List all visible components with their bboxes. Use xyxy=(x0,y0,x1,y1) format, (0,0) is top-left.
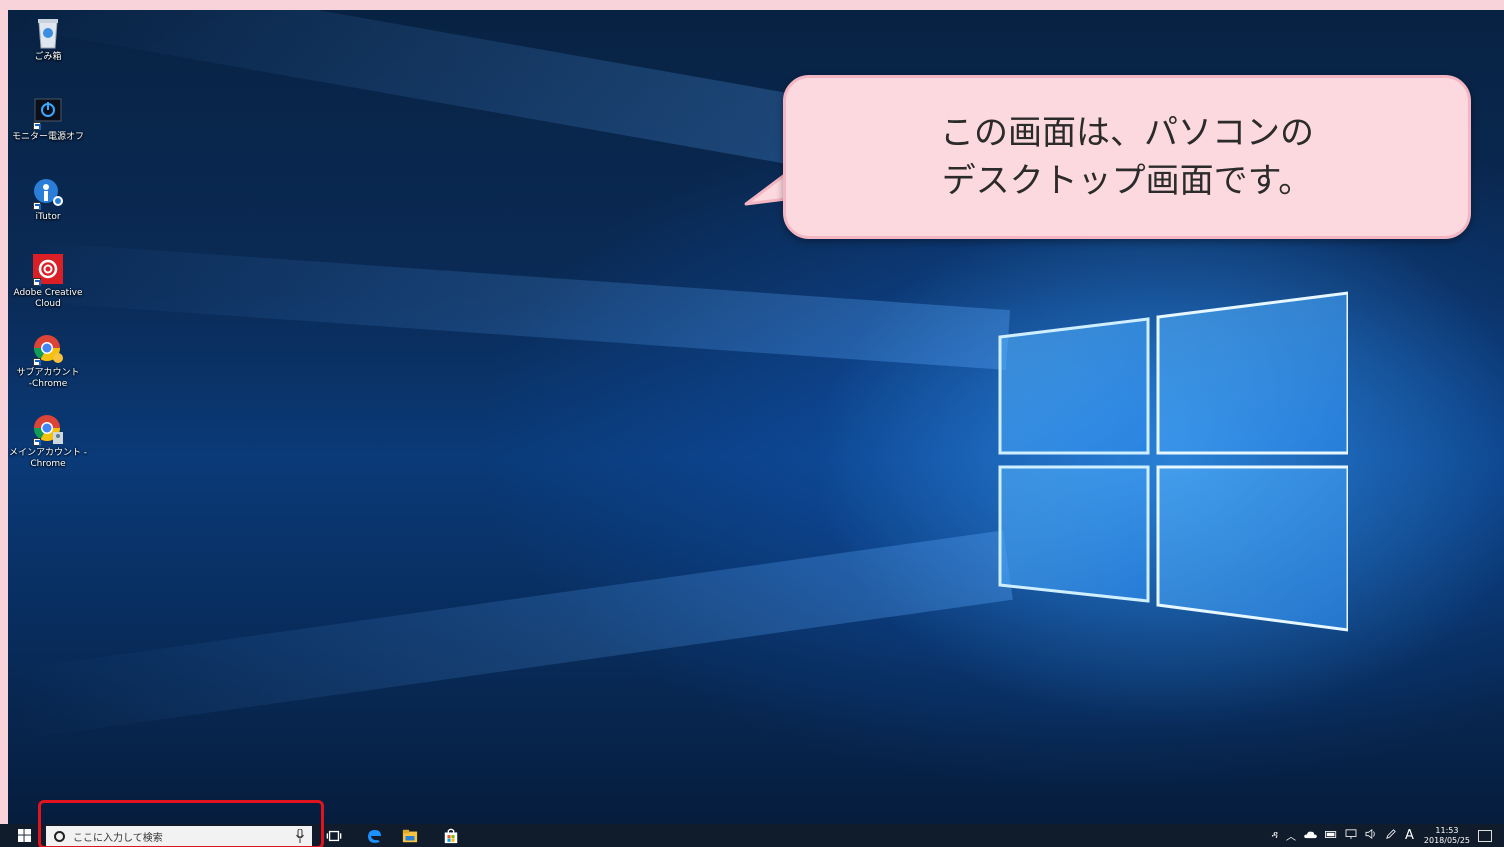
windows-start-icon xyxy=(17,829,31,842)
ime-mode-indicator[interactable]: A xyxy=(1405,828,1414,843)
system-tray: ዳ ︿ A 11:53 2018/05/25 xyxy=(1268,824,1504,847)
chrome-icon xyxy=(31,412,65,446)
balloon-text: この画面は、パソコンの デスクトップ画面です。 xyxy=(940,113,1314,201)
volume-icon[interactable] xyxy=(1365,829,1377,842)
edge-button[interactable] xyxy=(365,827,383,845)
desktop-icon-sub-chrome[interactable]: サブアカウント -Chrome xyxy=(8,332,88,390)
desktop-icon-label: ごみ箱 xyxy=(34,52,62,62)
file-explorer-icon xyxy=(402,829,418,843)
light-beam xyxy=(8,240,1011,370)
recycle-bin-icon xyxy=(31,16,65,50)
store-icon xyxy=(444,828,458,844)
clock[interactable]: 11:53 2018/05/25 xyxy=(1424,826,1470,846)
desktop-icon-main-chrome[interactable]: メインアカウント - Chrome xyxy=(8,412,88,470)
edge-icon xyxy=(368,830,381,843)
shortcut-arrow-icon xyxy=(33,278,41,286)
store-button[interactable] xyxy=(442,827,460,845)
adobe-creative-cloud-icon xyxy=(31,252,65,286)
clock-time: 11:53 xyxy=(1435,825,1459,835)
power-icon xyxy=(31,96,65,130)
shortcut-arrow-icon xyxy=(33,438,41,446)
onedrive-icon[interactable] xyxy=(1304,830,1317,842)
network-icon[interactable] xyxy=(1345,829,1357,842)
windows-logo xyxy=(998,285,1350,635)
task-view-button[interactable] xyxy=(325,827,343,845)
start-button[interactable] xyxy=(8,824,40,847)
desktop-icon-label: メインアカウント - Chrome xyxy=(8,448,88,469)
task-view-icon xyxy=(326,830,342,842)
desktop-icon-label: サブアカウント -Chrome xyxy=(16,368,80,389)
battery-icon[interactable] xyxy=(1324,830,1337,842)
desktop-icon-label: Adobe Creative Cloud xyxy=(13,288,83,309)
desktop-icon-label: iTutor xyxy=(35,212,61,222)
shortcut-arrow-icon xyxy=(33,122,41,130)
file-explorer-button[interactable] xyxy=(401,827,419,845)
desktop-icon-recycle-bin[interactable]: ごみ箱 xyxy=(8,16,88,63)
desktop-icon-monitor-off[interactable]: モニター電源オフ xyxy=(8,96,88,143)
tutorial-balloon: この画面は、パソコンの デスクトップ画面です。 xyxy=(783,75,1471,239)
show-hidden-icons-chevron-icon[interactable]: ︿ xyxy=(1286,828,1296,843)
action-center-icon[interactable] xyxy=(1478,829,1492,842)
pen-icon[interactable] xyxy=(1385,829,1397,842)
shortcut-arrow-icon xyxy=(33,358,41,366)
clock-date: 2018/05/25 xyxy=(1423,835,1470,845)
desktop-icon-label: モニター電源オフ xyxy=(11,132,84,142)
light-beam xyxy=(12,530,1013,739)
desktop-icon-itutor[interactable]: iTutor xyxy=(8,176,88,223)
desktop-icon-adobe-cc[interactable]: Adobe Creative Cloud xyxy=(8,252,88,310)
itutor-icon xyxy=(31,176,65,210)
search-highlight-box xyxy=(38,800,324,847)
chrome-icon xyxy=(31,332,65,366)
people-icon[interactable]: ዳ xyxy=(1272,830,1278,841)
shortcut-arrow-icon xyxy=(33,202,41,210)
